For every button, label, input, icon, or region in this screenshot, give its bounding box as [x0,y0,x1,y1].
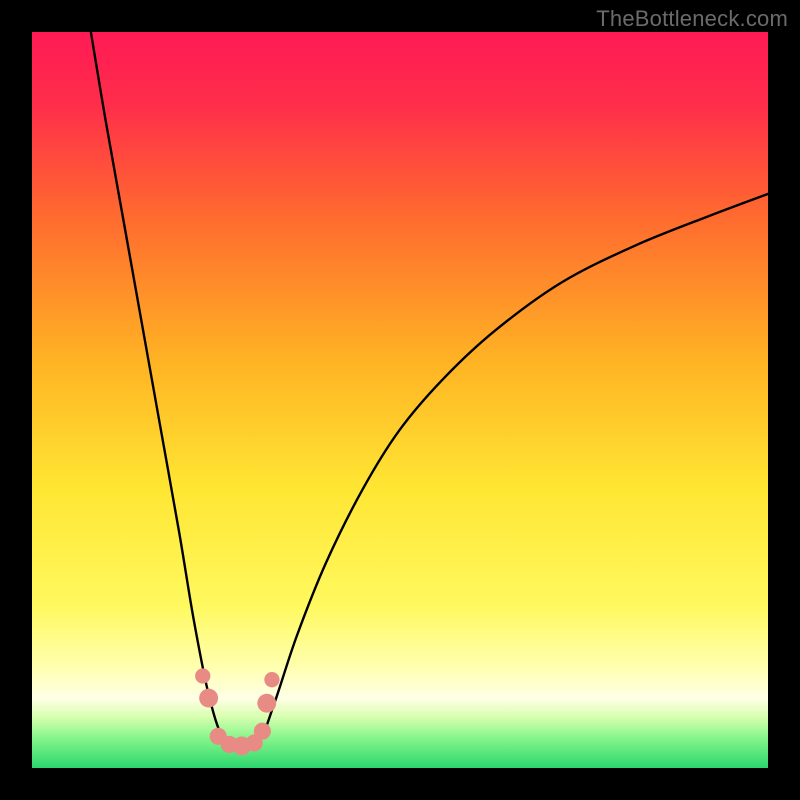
watermark-text: TheBottleneck.com [596,6,788,32]
curve-marker [257,694,276,713]
plot-area [32,32,768,768]
curve-marker [199,689,218,708]
outer-frame: TheBottleneck.com [0,0,800,800]
curve-marker [254,723,271,740]
chart-curve [32,32,768,768]
curve-marker [264,672,279,687]
curve-marker [195,668,210,683]
